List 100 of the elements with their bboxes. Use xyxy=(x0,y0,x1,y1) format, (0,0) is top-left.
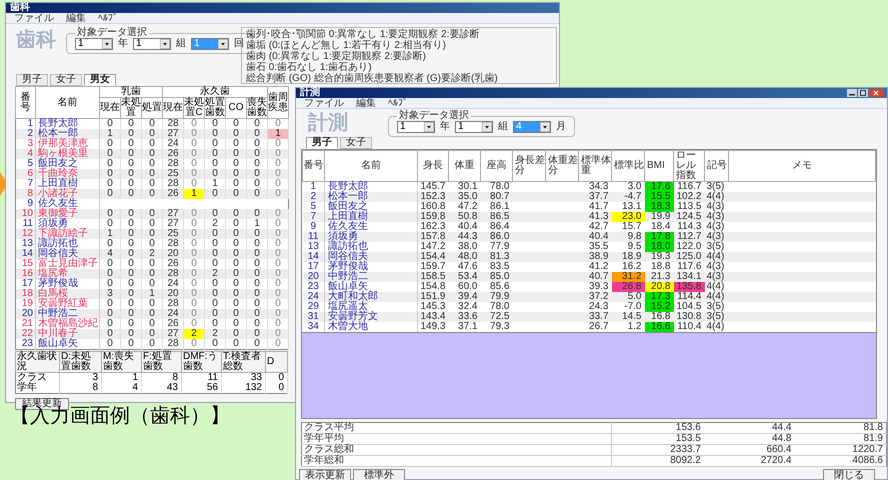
table-cell: 16.2 xyxy=(612,262,644,272)
table-cell: 9.5 xyxy=(612,242,644,252)
table-cell: 40.7 xyxy=(578,272,612,282)
dropdown[interactable]: 1 xyxy=(75,38,113,50)
table-cell: 79.9 xyxy=(480,292,512,302)
table-cell: 110.4 xyxy=(674,322,704,332)
table-cell: 43 xyxy=(142,383,182,394)
table-cell: 0 xyxy=(246,339,268,350)
table-cell: 20.8 xyxy=(644,282,674,292)
row-label: 学年 xyxy=(16,383,60,394)
name-cell[interactable]: 飯山卓矢 xyxy=(36,339,100,350)
column-header: 未処置 xyxy=(120,98,142,118)
tab[interactable]: 男子 xyxy=(16,74,48,86)
table-cell: 660.4 xyxy=(704,444,794,456)
menu-item[interactable]: ファイル xyxy=(304,98,344,108)
table-cell: 8092.2 xyxy=(612,456,704,466)
table-cell: 160.8 xyxy=(418,202,448,212)
table-cell: 14.5 xyxy=(612,312,644,322)
table-cell: 18.0 xyxy=(644,242,674,252)
table-cell: 47.2 xyxy=(448,202,480,212)
caret-icon[interactable] xyxy=(102,39,112,49)
table-cell: 4(3) xyxy=(704,272,728,282)
table-cell: 21.3 xyxy=(644,272,674,282)
table-cell: 60.0 xyxy=(448,282,480,292)
menu-item[interactable]: 編集 xyxy=(356,98,376,108)
table-cell: 16.6 xyxy=(644,322,674,332)
menu-item[interactable]: ファイル xyxy=(14,13,54,23)
table-cell: 114.4 xyxy=(674,292,704,302)
column-header: 記号 xyxy=(704,150,728,182)
table-cell: 37.7 xyxy=(578,192,612,202)
table-cell: 40.4 xyxy=(578,232,612,242)
table-cell: 47.6 xyxy=(448,262,480,272)
table-cell: 4(3) xyxy=(704,232,728,242)
caret-icon[interactable] xyxy=(424,122,434,132)
close-icon[interactable] xyxy=(869,89,883,97)
table-cell: 31.2 xyxy=(612,272,644,282)
tab[interactable]: 男女 xyxy=(84,74,116,86)
maximize-icon[interactable] xyxy=(858,89,868,97)
table-cell: 0 xyxy=(100,339,120,350)
caret-icon[interactable] xyxy=(160,39,170,49)
dropdown[interactable]: 1 xyxy=(455,121,493,133)
table-cell: 3.0 xyxy=(612,182,644,192)
table-cell: 17.3 xyxy=(644,292,674,302)
menu-item[interactable]: 編集 xyxy=(66,13,86,23)
table-cell: 158.5 xyxy=(418,272,448,282)
table-cell: 4(4) xyxy=(704,282,728,292)
column-header: 現在 xyxy=(162,98,184,118)
menu-item[interactable]: ﾍﾙﾌﾟ xyxy=(388,98,408,108)
table-cell: 18.8 xyxy=(644,262,674,272)
table-cell: 78.0 xyxy=(480,182,512,192)
table-cell: 154.8 xyxy=(418,282,448,292)
table-cell: 3 xyxy=(60,372,102,383)
table-cell: 38.9 xyxy=(578,252,612,262)
table-cell: 159.7 xyxy=(418,262,448,272)
table-cell: 48.0 xyxy=(448,252,480,262)
table-cell: 4(4) xyxy=(704,322,728,332)
window-heading: 歯科 xyxy=(16,28,56,52)
dropdown[interactable]: 1 xyxy=(397,121,435,133)
table-cell: 8 xyxy=(142,372,182,383)
column-header: 未処置C xyxy=(184,98,204,118)
button[interactable]: 標準外 xyxy=(353,469,405,480)
table-cell: 2333.7 xyxy=(612,444,704,456)
minimize-icon[interactable] xyxy=(847,89,857,97)
table-cell: 113.5 xyxy=(674,202,704,212)
table-cell: 9.8 xyxy=(612,232,644,242)
table-cell: 147.2 xyxy=(418,242,448,252)
table-cell: 116.7 xyxy=(674,182,704,192)
table-cell: 4(4) xyxy=(704,252,728,262)
menu-item[interactable]: ﾍﾙﾌﾟ xyxy=(98,13,118,23)
table-cell: 1220.7 xyxy=(794,444,886,456)
table-cell: 0 xyxy=(266,372,288,383)
table-cell: 149.3 xyxy=(418,322,448,332)
tab[interactable]: 男子 xyxy=(306,137,338,149)
caret-icon[interactable] xyxy=(218,39,228,49)
tab[interactable]: 女子 xyxy=(50,74,82,86)
column-header: 永久歯状況 xyxy=(16,352,60,372)
table-cell: 117.6 xyxy=(674,262,704,272)
table-cell: 44.3 xyxy=(448,232,480,242)
table-cell: 3(5) xyxy=(704,242,728,252)
column-header: 歯周疾患 xyxy=(268,86,289,118)
table-cell: 40.4 xyxy=(448,222,480,232)
table-cell: 41.7 xyxy=(578,202,612,212)
table-cell: 159.8 xyxy=(418,212,448,222)
table-cell: 5.0 xyxy=(612,292,644,302)
caret-icon[interactable] xyxy=(482,122,492,132)
legend-line: 歯肉 (0:異常なし 1:要定期観察 2:要診断) xyxy=(246,51,428,62)
table-cell: 30.1 xyxy=(448,182,480,192)
button[interactable]: 表示更新 xyxy=(299,469,351,480)
window-title: 歯科 xyxy=(9,3,31,13)
table-cell: 86.1 xyxy=(480,202,512,212)
table-cell: 132 xyxy=(222,383,266,394)
table-cell: 83.5 xyxy=(480,262,512,272)
table-cell: 11 xyxy=(182,372,222,383)
caret-icon[interactable] xyxy=(540,122,550,132)
dropdown[interactable]: 1 xyxy=(133,38,171,50)
table-cell: 86.5 xyxy=(480,212,512,222)
table-cell: 86.0 xyxy=(480,232,512,242)
tab[interactable]: 女子 xyxy=(340,137,372,149)
button[interactable]: 閉じる xyxy=(823,469,875,480)
table-cell: 80.7 xyxy=(480,192,512,202)
